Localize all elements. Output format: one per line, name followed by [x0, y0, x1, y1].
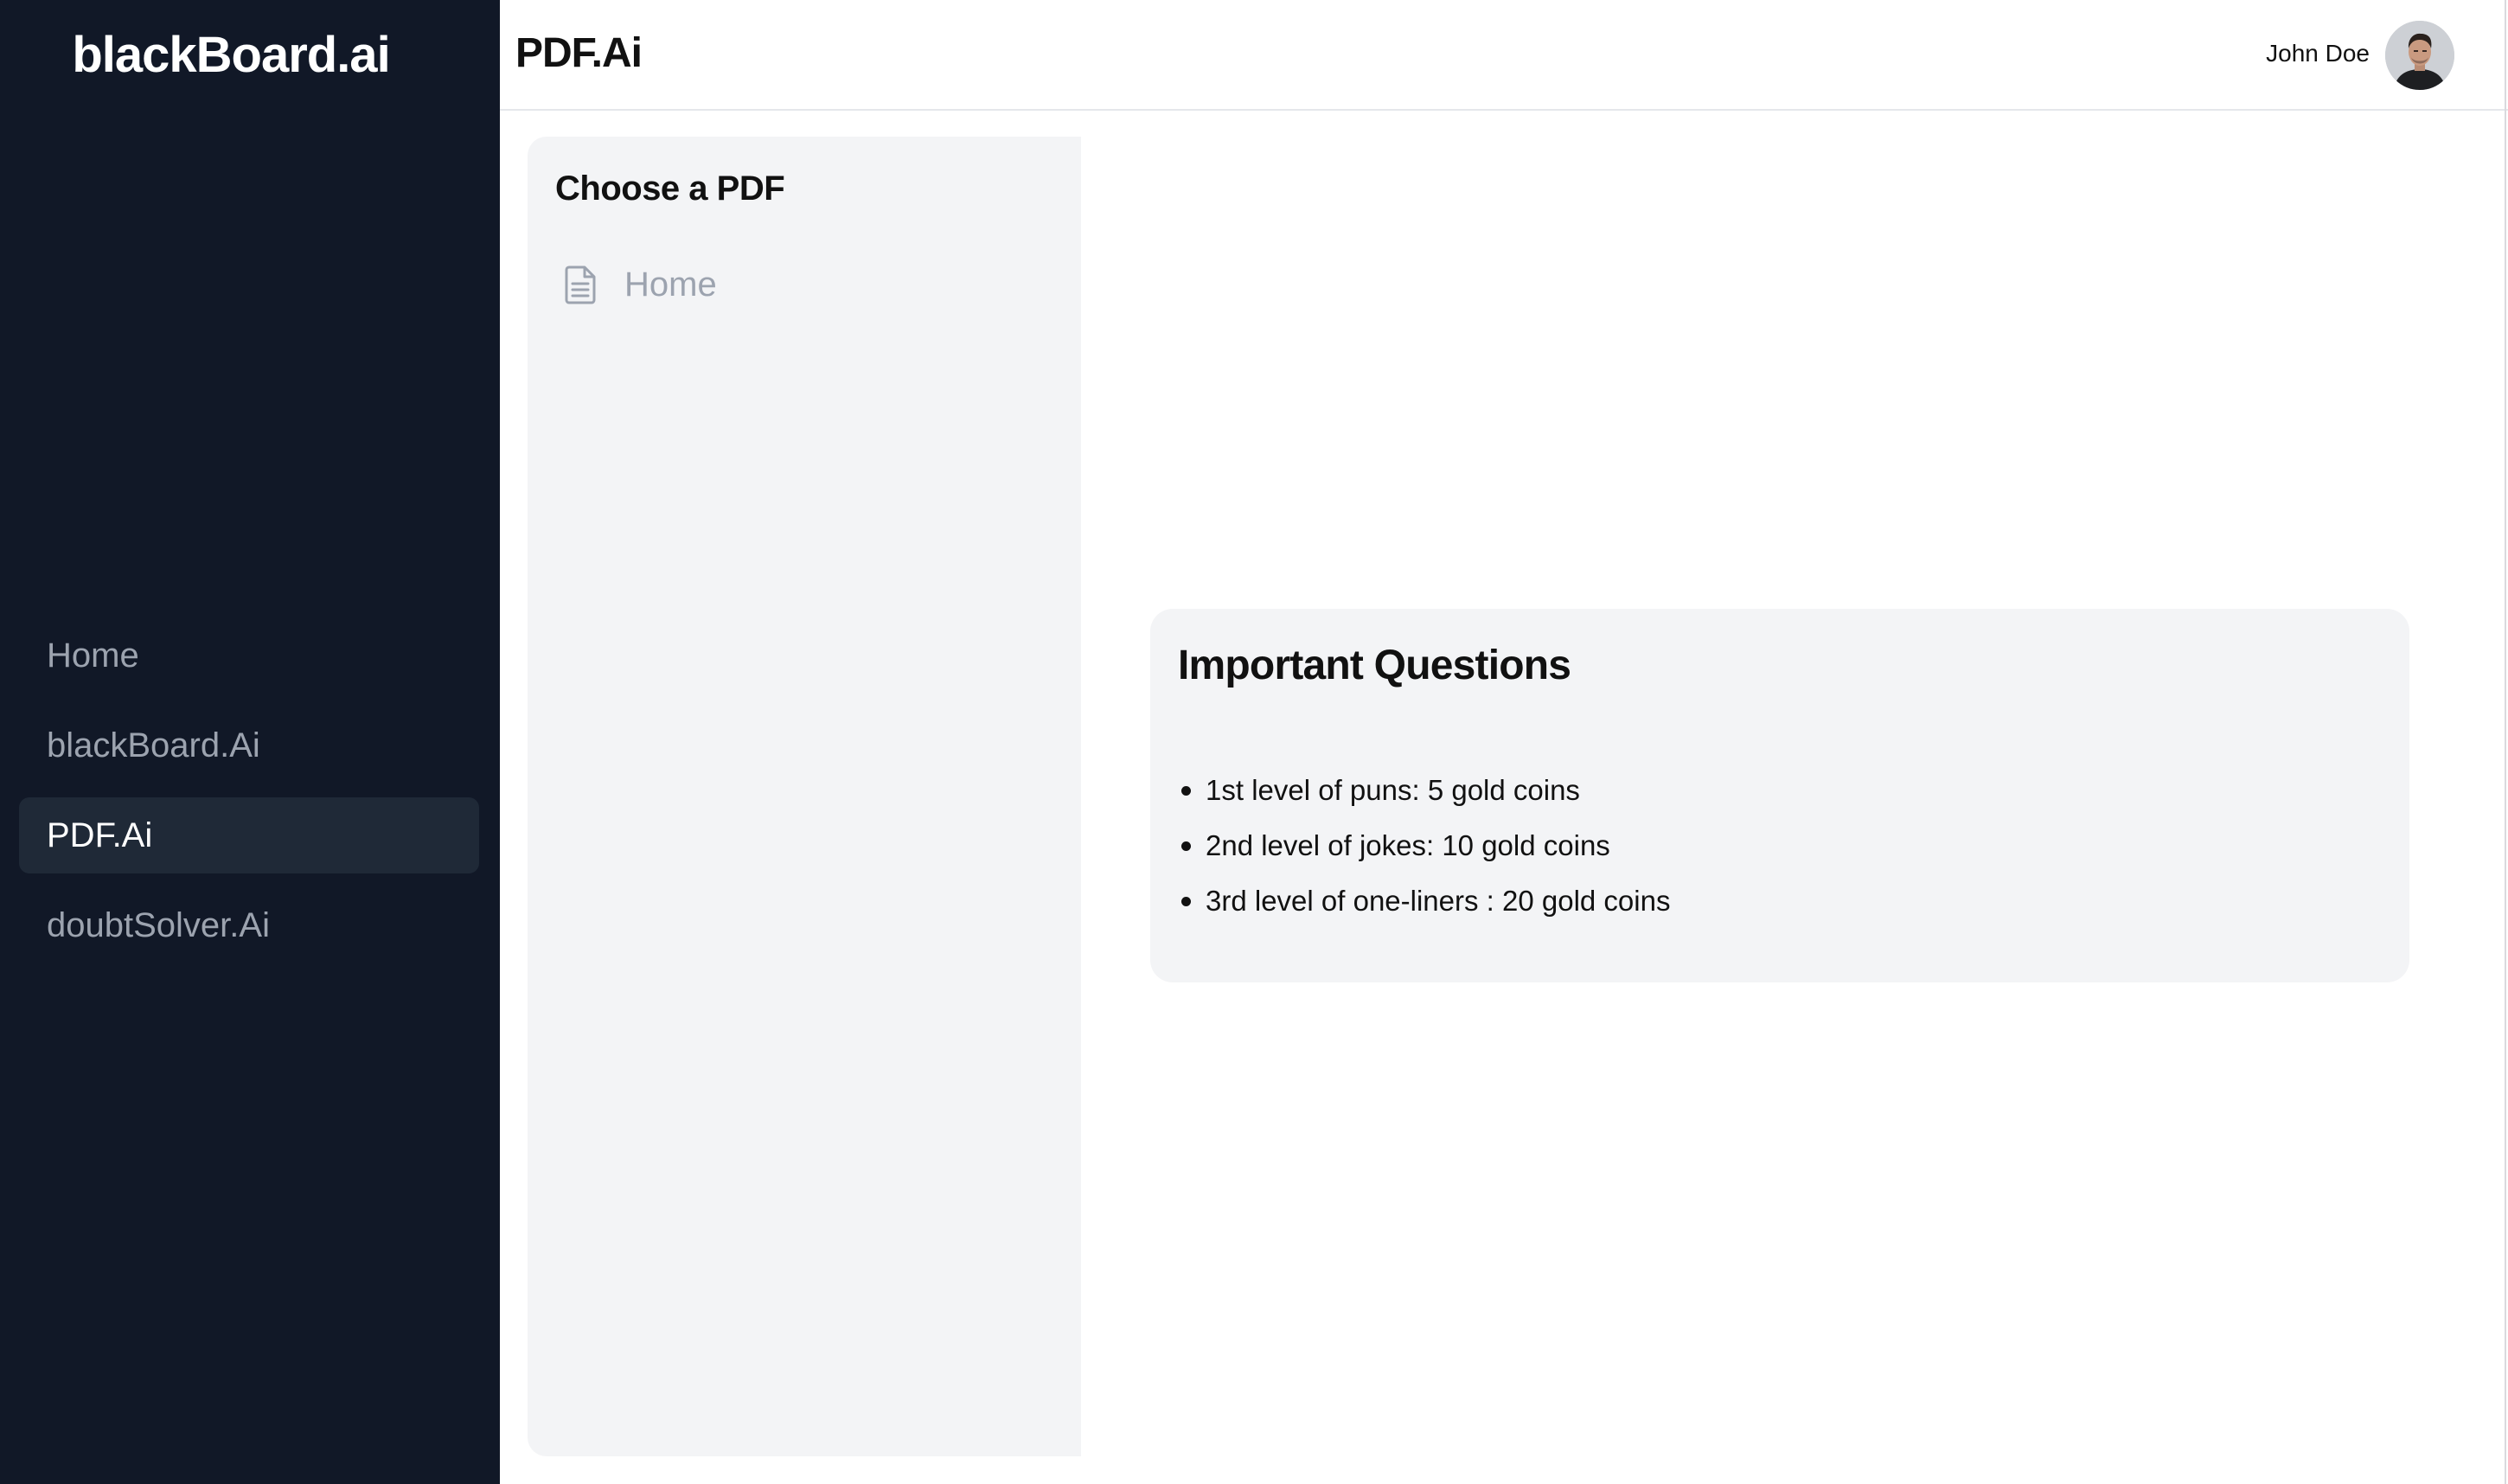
sidebar-item-label: blackBoard.Ai	[47, 726, 260, 764]
question-text: 1st level of puns: 5 gold coins	[1206, 774, 1580, 806]
sidebar-item-home[interactable]: Home	[19, 617, 479, 694]
bullet-icon	[1181, 786, 1191, 796]
sidebar-nav: Home blackBoard.Ai PDF.Ai doubtSolver.Ai	[19, 617, 479, 977]
app-root: blackBoard.ai Home blackBoard.Ai PDF.Ai …	[0, 0, 2508, 1484]
user-avatar-icon	[2385, 21, 2454, 90]
list-item: 1st level of puns: 5 gold coins	[1178, 771, 1670, 827]
top-header: PDF.Ai John Doe	[500, 0, 2508, 111]
page-title: PDF.Ai	[515, 30, 643, 76]
questions-list: 1st level of puns: 5 gold coins 2nd leve…	[1178, 771, 1670, 937]
sidebar: blackBoard.ai Home blackBoard.Ai PDF.Ai …	[0, 0, 500, 1484]
window-edge	[2505, 0, 2506, 1484]
pdf-list-item[interactable]: Home	[564, 254, 717, 315]
sidebar-item-label: PDF.Ai	[47, 816, 153, 854]
sidebar-item-pdf-ai[interactable]: PDF.Ai	[19, 797, 479, 873]
pdf-chooser-title: Choose a PDF	[555, 170, 785, 208]
document-icon	[565, 265, 596, 304]
brand-logo[interactable]: blackBoard.ai	[0, 26, 462, 84]
card-title: Important Questions	[1178, 643, 1571, 688]
sidebar-item-doubtsolver[interactable]: doubtSolver.Ai	[19, 887, 479, 963]
user-name[interactable]: John Doe	[2266, 40, 2370, 67]
question-text: 3rd level of one-liners : 20 gold coins	[1206, 885, 1671, 917]
list-item: 3rd level of one-liners : 20 gold coins	[1178, 882, 1670, 937]
bullet-icon	[1181, 841, 1191, 851]
sidebar-item-label: Home	[47, 636, 139, 675]
important-questions-card: Important Questions 1st level of puns: 5…	[1150, 609, 2409, 982]
question-text: 2nd level of jokes: 10 gold coins	[1206, 829, 1610, 861]
sidebar-item-label: doubtSolver.Ai	[47, 905, 270, 944]
bullet-icon	[1181, 897, 1191, 906]
sidebar-item-blackboard[interactable]: blackBoard.Ai	[19, 707, 479, 784]
list-item: 2nd level of jokes: 10 gold coins	[1178, 827, 1670, 882]
avatar[interactable]	[2385, 21, 2454, 90]
pdf-chooser-panel: Choose a PDF Home	[528, 137, 1081, 1456]
pdf-item-label: Home	[624, 265, 717, 304]
